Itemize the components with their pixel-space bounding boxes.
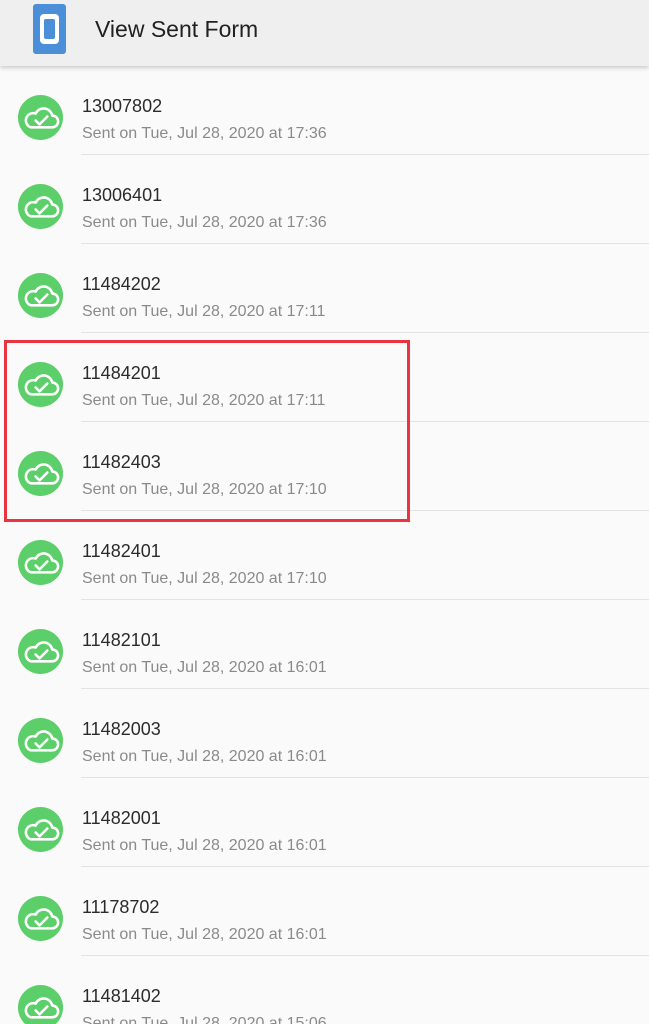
sent-timestamp: Sent on Tue, Jul 28, 2020 at 17:11 [82,303,326,320]
cloud-check-icon [17,539,64,586]
form-id: 11484201 [82,363,161,383]
list-item[interactable]: 11484202 Sent on Tue, Jul 28, 2020 at 17… [0,244,649,333]
list-item[interactable]: 11482001 Sent on Tue, Jul 28, 2020 at 16… [0,778,649,867]
cloud-check-icon [17,272,64,319]
form-id: 13006401 [82,185,163,205]
form-id: 11482101 [82,630,161,650]
cloud-check-icon [17,806,64,853]
sent-timestamp: Sent on Tue, Jul 28, 2020 at 17:36 [82,214,327,231]
sent-timestamp: Sent on Tue, Jul 28, 2020 at 16:01 [82,748,327,765]
screen: View Sent Form 13007802 Sent on Tue, Jul… [0,0,649,1024]
list-item[interactable]: 11482003 Sent on Tue, Jul 28, 2020 at 16… [0,689,649,778]
sent-timestamp: Sent on Tue, Jul 28, 2020 at 17:10 [82,481,327,498]
app-logo-icon[interactable] [32,3,67,55]
list-item[interactable]: 13006401 Sent on Tue, Jul 28, 2020 at 17… [0,155,649,244]
cloud-check-icon [17,94,64,141]
cloud-check-icon [17,361,64,408]
form-id: 11482001 [82,808,161,828]
list-item[interactable]: 13007802 Sent on Tue, Jul 28, 2020 at 17… [0,66,649,155]
form-id: 13007802 [82,96,163,116]
form-id: 11482403 [82,452,161,472]
sent-timestamp: Sent on Tue, Jul 28, 2020 at 17:11 [82,392,326,409]
cloud-check-icon [17,450,64,497]
page-title: View Sent Form [95,16,259,42]
cloud-check-icon [17,183,64,230]
list-item[interactable]: 11482401 Sent on Tue, Jul 28, 2020 at 17… [0,511,649,600]
list-item[interactable]: 11481402 Sent on Tue, Jul 28, 2020 at 15… [0,956,649,1024]
sent-form-list[interactable]: 13007802 Sent on Tue, Jul 28, 2020 at 17… [0,66,649,1024]
list-item[interactable]: 11484201 Sent on Tue, Jul 28, 2020 at 17… [0,333,649,422]
form-id: 11481402 [82,986,161,1006]
app-bar: View Sent Form [0,0,649,66]
cloud-check-icon [17,717,64,764]
list-item[interactable]: 11178702 Sent on Tue, Jul 28, 2020 at 16… [0,867,649,956]
sent-timestamp: Sent on Tue, Jul 28, 2020 at 16:01 [82,837,327,854]
sent-timestamp: Sent on Tue, Jul 28, 2020 at 17:36 [82,125,327,142]
sent-timestamp: Sent on Tue, Jul 28, 2020 at 15:06 [82,1015,327,1024]
sent-timestamp: Sent on Tue, Jul 28, 2020 at 16:01 [82,926,327,943]
cloud-check-icon [17,628,64,675]
cloud-check-icon [17,895,64,942]
list-item[interactable]: 11482101 Sent on Tue, Jul 28, 2020 at 16… [0,600,649,689]
sent-timestamp: Sent on Tue, Jul 28, 2020 at 17:10 [82,570,327,587]
list-item[interactable]: 11482403 Sent on Tue, Jul 28, 2020 at 17… [0,422,649,511]
cloud-check-icon [17,984,64,1024]
form-id: 11482003 [82,719,161,739]
form-id: 11482401 [82,541,161,561]
sent-timestamp: Sent on Tue, Jul 28, 2020 at 16:01 [82,659,327,676]
form-id: 11178702 [82,897,160,917]
form-id: 11484202 [82,274,161,294]
